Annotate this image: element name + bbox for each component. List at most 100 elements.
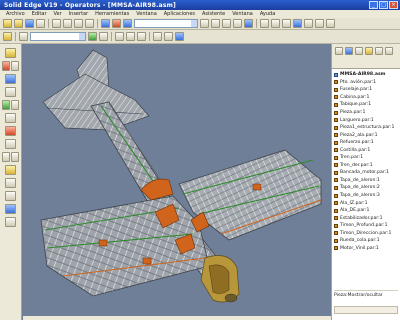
path-icon[interactable] bbox=[5, 191, 16, 201]
rotate-icon[interactable] bbox=[244, 19, 253, 28]
mirror-icon[interactable] bbox=[126, 32, 135, 41]
copy-icon[interactable] bbox=[63, 19, 72, 28]
explode-icon[interactable] bbox=[175, 32, 184, 41]
tree-item[interactable]: Refuerzo.par:1 bbox=[334, 139, 398, 147]
zoom-icon[interactable] bbox=[211, 19, 220, 28]
axial-icon[interactable] bbox=[2, 100, 10, 110]
tree-expand-icon[interactable] bbox=[385, 47, 393, 55]
undo-icon[interactable] bbox=[85, 19, 94, 28]
pattern-icon[interactable] bbox=[115, 32, 124, 41]
tree-folder-icon[interactable] bbox=[365, 47, 373, 55]
zoom-area-icon[interactable] bbox=[200, 19, 209, 28]
tree-item[interactable]: Ala_IZ.par:1 bbox=[334, 199, 398, 207]
menu-item[interactable]: Aplicaciones bbox=[164, 11, 195, 17]
angle-icon[interactable] bbox=[5, 139, 16, 149]
tree-item[interactable]: Timon_Direccion.par:1 bbox=[334, 229, 398, 237]
tree-list-icon[interactable] bbox=[375, 47, 383, 55]
tree-item[interactable]: Cabina.par:1 bbox=[334, 94, 398, 102]
component-combo[interactable] bbox=[30, 32, 86, 41]
tree-item[interactable]: Motor_Vinil.par:1 bbox=[334, 245, 398, 253]
move-icon[interactable] bbox=[164, 32, 173, 41]
tree-item[interactable]: Tapa_de_aleron:2 bbox=[334, 184, 398, 192]
gear-icon[interactable] bbox=[5, 178, 16, 188]
help-icon[interactable] bbox=[123, 19, 132, 28]
maximize-button[interactable]: □ bbox=[379, 1, 388, 9]
menu-item[interactable]: Ventana bbox=[136, 11, 157, 17]
save-icon[interactable] bbox=[25, 19, 34, 28]
tree-item[interactable]: Tren_der.par:1 bbox=[334, 162, 398, 170]
view-icon[interactable] bbox=[260, 19, 269, 28]
tree-filter-icon[interactable] bbox=[335, 47, 343, 55]
tree-item[interactable]: Pieza.par:1 bbox=[334, 109, 398, 117]
select-icon[interactable] bbox=[101, 19, 110, 28]
tree-item[interactable]: Pieza1_estructura.par:1 bbox=[334, 124, 398, 132]
hide-icon[interactable] bbox=[99, 32, 108, 41]
assemble-icon[interactable] bbox=[3, 32, 12, 41]
tree-options-icon[interactable] bbox=[355, 47, 363, 55]
tree-item[interactable]: Costilla.par:1 bbox=[334, 146, 398, 154]
insert-part-dropdown-icon[interactable] bbox=[11, 61, 19, 71]
part-icon bbox=[334, 163, 338, 168]
print-icon[interactable] bbox=[36, 19, 45, 28]
open-folder-icon[interactable] bbox=[14, 19, 23, 28]
interference-icon[interactable] bbox=[5, 217, 16, 227]
insert-part-icon[interactable] bbox=[2, 61, 10, 71]
axial-dropdown-icon[interactable] bbox=[11, 100, 19, 110]
connect-icon[interactable] bbox=[5, 126, 16, 136]
style-combo[interactable] bbox=[134, 19, 198, 28]
named-view-icon[interactable] bbox=[293, 19, 302, 28]
model-viewport[interactable] bbox=[23, 44, 331, 316]
error-icon[interactable] bbox=[112, 19, 121, 28]
shading-icon[interactable] bbox=[271, 19, 280, 28]
menu-item[interactable]: Ventana bbox=[232, 11, 253, 17]
select-tool-icon[interactable] bbox=[5, 48, 16, 58]
menu-item[interactable]: Asistente bbox=[202, 11, 225, 17]
paste-icon[interactable] bbox=[74, 19, 83, 28]
cam-icon[interactable] bbox=[11, 152, 19, 162]
pan-icon[interactable] bbox=[233, 19, 242, 28]
tree-item[interactable]: Pto. avión.par:1 bbox=[334, 79, 398, 87]
menu-item[interactable]: Editar bbox=[32, 11, 47, 17]
tree-item[interactable]: Tapa_de_aleron:3 bbox=[334, 192, 398, 200]
measure-icon[interactable] bbox=[137, 32, 146, 41]
menu-item[interactable]: Insertar bbox=[69, 11, 88, 17]
tree-item[interactable]: Estabilizador.par:1 bbox=[334, 214, 398, 222]
tree-item[interactable]: Pieza2_ala.par:1 bbox=[334, 131, 398, 139]
simulate-icon[interactable] bbox=[5, 204, 16, 214]
ground-icon[interactable] bbox=[5, 165, 16, 175]
fit-icon[interactable] bbox=[222, 19, 231, 28]
tree-item[interactable]: Tren.par:1 bbox=[334, 154, 398, 162]
lights-icon[interactable] bbox=[315, 19, 324, 28]
menu-item[interactable]: Archivo bbox=[6, 11, 25, 17]
minimize-button[interactable]: _ bbox=[369, 1, 378, 9]
show-icon[interactable] bbox=[88, 32, 97, 41]
sectional-icon[interactable] bbox=[326, 19, 335, 28]
part-icon bbox=[334, 223, 338, 228]
tree-item[interactable]: Tabique.par:1 bbox=[334, 101, 398, 109]
tree-item[interactable]: Ala_DE.par:1 bbox=[334, 207, 398, 215]
airplane-model[interactable] bbox=[23, 44, 331, 316]
tree-root[interactable]: MMSA-AIR98.asm bbox=[334, 71, 398, 79]
tree-item[interactable]: Bancada_motor.par:1 bbox=[334, 169, 398, 177]
tree-item[interactable]: Timon_Profund.par:1 bbox=[334, 222, 398, 230]
cut-icon[interactable] bbox=[52, 19, 61, 28]
tree-item-label: Costilla.par:1 bbox=[340, 147, 371, 153]
render-icon[interactable] bbox=[304, 19, 313, 28]
insert-icon[interactable] bbox=[5, 113, 16, 123]
menu-item[interactable]: Ver bbox=[54, 11, 62, 17]
layer-icon[interactable] bbox=[19, 32, 28, 41]
tangent-icon[interactable] bbox=[2, 152, 10, 162]
close-button[interactable]: × bbox=[389, 1, 398, 9]
tree-item[interactable]: Tapa_de_aleron:1 bbox=[334, 177, 398, 185]
tree-view-icon[interactable] bbox=[345, 47, 353, 55]
wireframe-icon[interactable] bbox=[282, 19, 291, 28]
align-icon[interactable] bbox=[5, 87, 16, 97]
tree-item[interactable]: Fuselaje.par:1 bbox=[334, 86, 398, 94]
menu-item[interactable]: Ayuda bbox=[260, 11, 275, 17]
tree-item[interactable]: Larguero.par:1 bbox=[334, 116, 398, 124]
constraint-icon[interactable] bbox=[153, 32, 162, 41]
mate-icon[interactable] bbox=[5, 74, 16, 84]
new-file-icon[interactable] bbox=[3, 19, 12, 28]
menu-item[interactable]: Herramientas bbox=[95, 11, 129, 17]
tree-item[interactable]: Rueda_cola.par:1 bbox=[334, 237, 398, 245]
